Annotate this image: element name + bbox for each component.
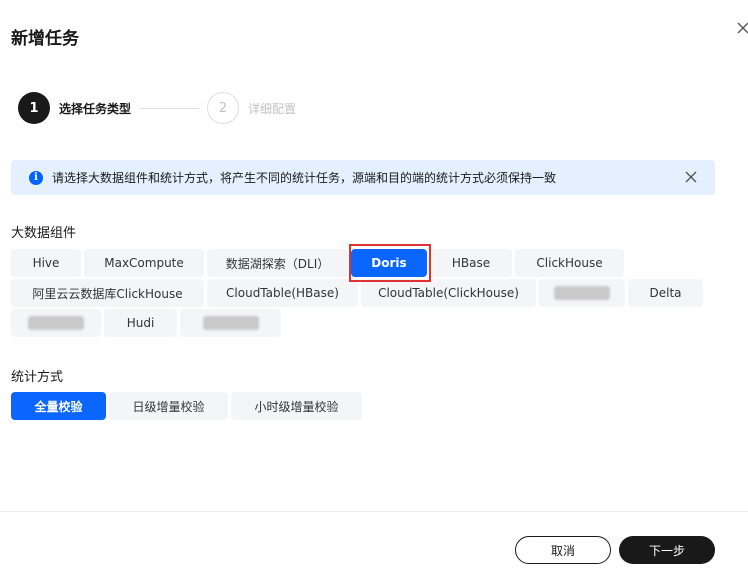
footer-divider xyxy=(0,511,748,512)
component-doris[interactable]: Doris xyxy=(351,249,427,277)
cancel-button[interactable]: 取消 xyxy=(515,536,611,564)
component-cloudtable-clickhouse[interactable]: CloudTable(ClickHouse) xyxy=(361,279,536,307)
components-label: 大数据组件 xyxy=(11,226,77,241)
component-hudi[interactable]: Hudi xyxy=(104,309,177,337)
method-full[interactable]: 全量校验 xyxy=(11,392,106,420)
component-aliyun-clickhouse[interactable]: 阿里云云数据库ClickHouse xyxy=(11,279,204,307)
component-dli[interactable]: 数据湖探索（DLI） xyxy=(207,249,348,277)
redacted-label xyxy=(28,316,84,330)
steps: 1 选择任务类型 2 详细配置 xyxy=(18,92,296,124)
step-connector xyxy=(139,107,200,109)
info-alert: i 请选择大数据组件和统计方式，将产生不同的统计任务，源端和目的端的统计方式必须… xyxy=(11,160,715,195)
component-redacted-1[interactable] xyxy=(539,279,625,307)
dialog-title: 新增任务 xyxy=(11,29,79,49)
method-daily[interactable]: 日级增量校验 xyxy=(109,392,228,420)
next-button[interactable]: 下一步 xyxy=(619,536,715,564)
alert-close-icon[interactable] xyxy=(685,171,697,183)
component-clickhouse[interactable]: ClickHouse xyxy=(515,249,624,277)
component-hbase[interactable]: HBase xyxy=(430,249,512,277)
info-icon: i xyxy=(29,170,43,185)
component-delta[interactable]: Delta xyxy=(628,279,703,307)
step-1-number: 1 xyxy=(18,92,50,124)
close-icon[interactable] xyxy=(736,21,748,35)
component-redacted-2[interactable] xyxy=(11,309,101,337)
method-hourly[interactable]: 小时级增量校验 xyxy=(231,392,362,420)
method-label: 统计方式 xyxy=(11,370,64,385)
step-2-label: 详细配置 xyxy=(248,101,297,116)
step-2-number: 2 xyxy=(207,92,240,124)
redacted-label xyxy=(554,286,610,300)
redacted-label xyxy=(202,316,259,330)
component-hive[interactable]: Hive xyxy=(11,249,81,277)
component-cloudtable-hbase[interactable]: CloudTable(HBase) xyxy=(207,279,358,307)
alert-text: 请选择大数据组件和统计方式，将产生不同的统计任务，源端和目的端的统计方式必须保持… xyxy=(52,171,557,185)
step-1-label: 选择任务类型 xyxy=(59,101,132,116)
component-redacted-3[interactable] xyxy=(180,309,281,337)
component-maxcompute[interactable]: MaxCompute xyxy=(84,249,204,277)
